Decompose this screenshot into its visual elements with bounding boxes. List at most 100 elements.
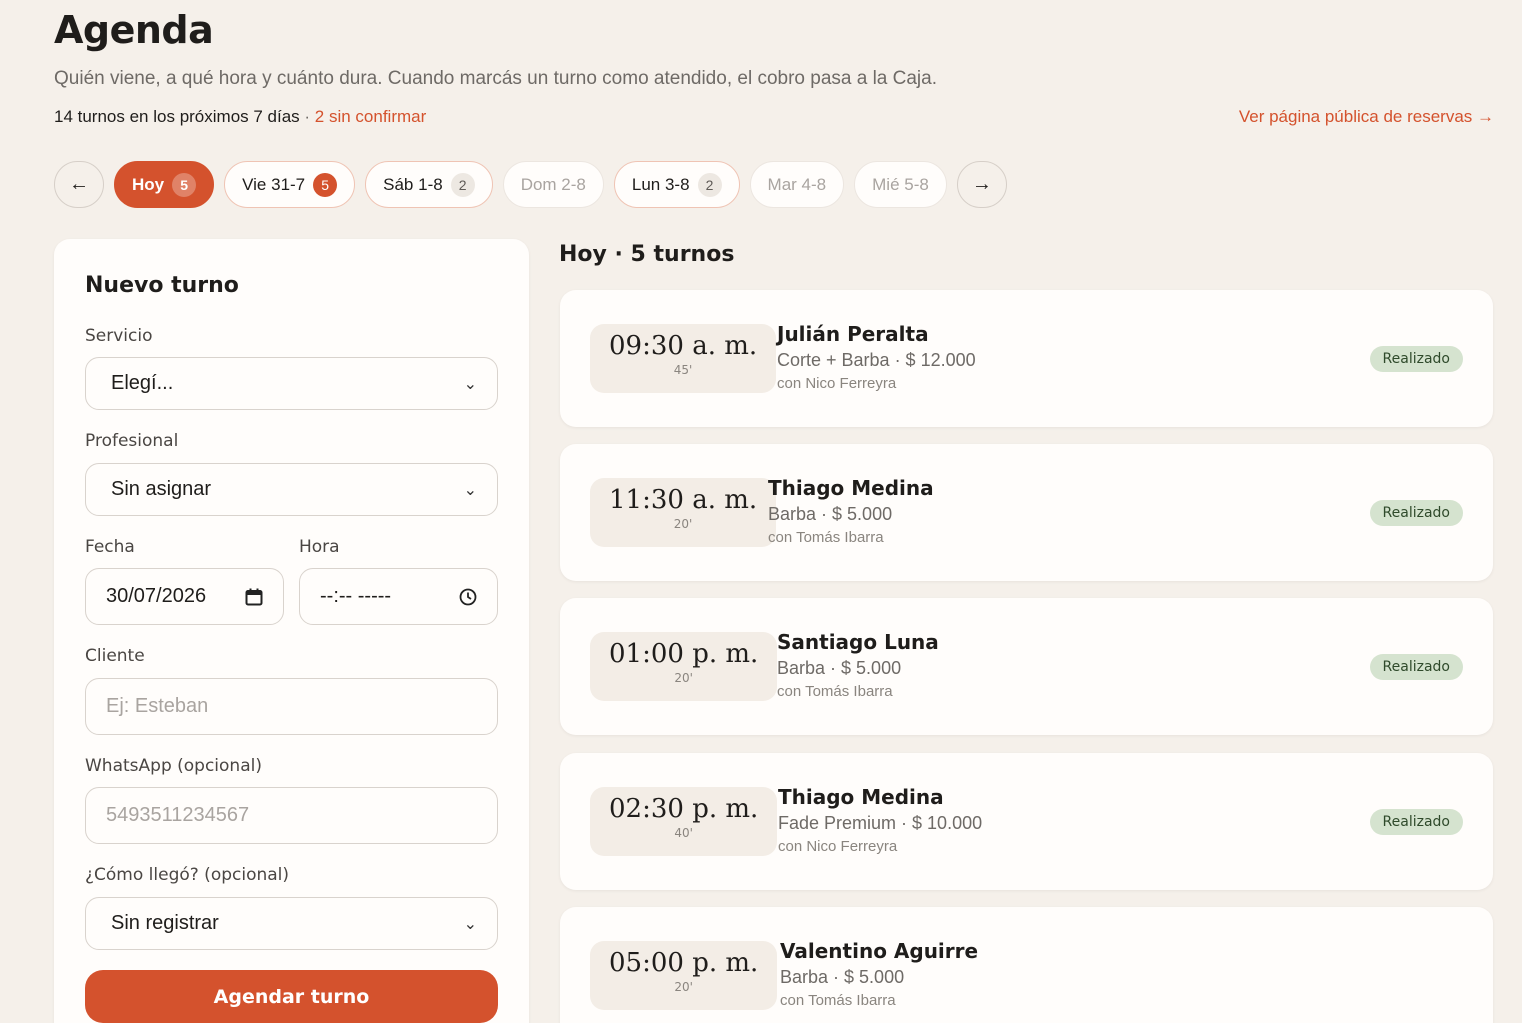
service-price: Barba · $ 5.000	[780, 967, 905, 987]
status-badge: Realizado	[1369, 809, 1463, 835]
next-days-button[interactable]: →	[956, 161, 1007, 208]
appointment-duration: 20'	[673, 517, 693, 531]
appointment-info: Santiago Luna Barba · $ 5.000 con Tomás …	[777, 630, 939, 700]
day-count-badge: 5	[172, 172, 197, 197]
day-count-badge: 2	[450, 172, 475, 197]
fecha-value: 30/07/2026	[106, 585, 207, 607]
whatsapp-label: WhatsApp (opcional)	[85, 756, 262, 776]
time-box: 11:30 a. m. 20'	[590, 478, 777, 547]
whatsapp-placeholder: 5493511234567	[106, 804, 250, 826]
origen-value: Sin registrar	[111, 912, 219, 934]
appointment-info: Valentino Aguirre Barba · $ 5.000 con To…	[780, 939, 978, 1009]
appointment-card[interactable]: 09:30 a. m. 45' Julián Peralta Corte + B…	[560, 290, 1493, 427]
staff-name: con Nico Ferreyra	[777, 375, 897, 392]
servicio-label: Servicio	[85, 326, 153, 346]
appointment-duration: 20'	[674, 671, 693, 685]
service-price: Corte + Barba · $ 12.000	[777, 350, 976, 370]
fecha-label: Fecha	[85, 537, 135, 557]
hora-value: --:-- -----	[320, 585, 392, 607]
time-box: 05:00 p. m. 20'	[590, 941, 778, 1010]
appointment-time: 05:00 p. m.	[609, 948, 759, 978]
profesional-label: Profesional	[85, 431, 179, 451]
time-box: 09:30 a. m. 45'	[590, 324, 777, 393]
day-tab-sab-1-8[interactable]: Sáb 1-8 2	[365, 161, 493, 208]
origen-label: ¿Cómo llegó? (opcional)	[85, 865, 290, 885]
appointment-card[interactable]: 11:30 a. m. 20' Thiago Medina Barba · $ …	[560, 444, 1493, 581]
page-subtitle: Quién viene, a qué hora y cuánto dura. C…	[54, 68, 937, 89]
time-box: 01:00 p. m. 20'	[590, 632, 778, 701]
chevron-down-icon: ⌄	[463, 481, 477, 499]
appointment-duration: 40'	[674, 826, 693, 840]
service-price: Barba · $ 5.000	[777, 658, 902, 678]
fecha-input[interactable]: 30/07/2026	[85, 568, 284, 625]
appointment-card[interactable]: 05:00 p. m. 20' Valentino Aguirre Barba …	[560, 907, 1493, 1023]
day-tab-label: Mar 4-8	[767, 174, 827, 194]
servicio-select[interactable]: Elegí... ⌄	[85, 357, 498, 410]
day-tab-mie-5-8[interactable]: Mié 5-8	[854, 161, 947, 208]
day-tab-label: Dom 2-8	[520, 174, 586, 194]
status-badge: Realizado	[1369, 654, 1463, 680]
staff-name: con Tomás Ibarra	[777, 683, 893, 700]
appointment-time: 11:30 a. m.	[609, 485, 758, 515]
summary-separator: ·	[299, 107, 315, 126]
day-tab-mar-4-8[interactable]: Mar 4-8	[749, 161, 845, 208]
appointment-time: 02:30 p. m.	[609, 794, 759, 824]
chevron-down-icon: ⌄	[463, 915, 477, 933]
appointment-info: Thiago Medina Fade Premium · $ 10.000 co…	[778, 785, 982, 855]
hora-input[interactable]: --:-- -----	[299, 568, 498, 625]
service-price: Barba · $ 5.000	[768, 504, 893, 524]
day-tab-vie-31-7[interactable]: Vie 31-7 5	[224, 161, 356, 208]
origen-select[interactable]: Sin registrar ⌄	[85, 897, 498, 950]
cliente-input[interactable]: Ej: Esteban	[85, 678, 498, 735]
client-name: Thiago Medina	[768, 476, 934, 500]
client-name: Santiago Luna	[777, 630, 939, 654]
appointment-duration: 45'	[673, 363, 693, 377]
chevron-down-icon: ⌄	[463, 375, 477, 393]
turnos-count: 14 turnos en los próximos 7 días	[54, 107, 300, 126]
public-booking-link[interactable]: Ver página pública de reservas →	[1239, 107, 1494, 127]
whatsapp-input[interactable]: 5493511234567	[85, 787, 498, 844]
day-tab-label: Hoy	[132, 174, 165, 194]
page-title: Agenda	[54, 8, 214, 52]
appointment-card[interactable]: 02:30 p. m. 40' Thiago Medina Fade Premi…	[560, 753, 1493, 890]
day-tab-label: Vie 31-7	[242, 174, 306, 194]
day-tab-label: Sáb 1-8	[383, 174, 443, 194]
day-count-badge: 5	[313, 172, 338, 197]
clock-icon[interactable]	[459, 588, 477, 606]
cliente-label: Cliente	[85, 646, 145, 666]
profesional-value: Sin asignar	[111, 478, 212, 500]
appointment-info: Thiago Medina Barba · $ 5.000 con Tomás …	[768, 476, 934, 546]
appointment-info: Julián Peralta Corte + Barba · $ 12.000 …	[777, 322, 976, 392]
hora-label: Hora	[299, 537, 340, 557]
client-name: Valentino Aguirre	[780, 939, 979, 963]
day-tab-lun-3-8[interactable]: Lun 3-8 2	[613, 161, 740, 208]
prev-days-button[interactable]: ←	[54, 161, 104, 208]
appointment-card[interactable]: 01:00 p. m. 20' Santiago Luna Barba · $ …	[560, 598, 1493, 735]
staff-name: con Tomás Ibarra	[768, 529, 884, 546]
profesional-select[interactable]: Sin asignar ⌄	[85, 463, 498, 516]
staff-name: con Tomás Ibarra	[780, 992, 896, 1009]
staff-name: con Nico Ferreyra	[778, 838, 898, 855]
list-title: Hoy · 5 turnos	[559, 242, 735, 267]
status-badge: Realizado	[1369, 500, 1463, 526]
appointment-time: 09:30 a. m.	[609, 331, 758, 361]
agendar-turno-button[interactable]: Agendar turno	[85, 970, 498, 1023]
new-turno-form: Nuevo turno Servicio Elegí... ⌄ Profesio…	[54, 239, 529, 1023]
service-price: Fade Premium · $ 10.000	[778, 813, 983, 833]
day-count-badge: 2	[697, 172, 722, 197]
status-badge: Realizado	[1369, 346, 1463, 372]
day-tab-dom-2-8[interactable]: Dom 2-8	[502, 161, 604, 208]
appointment-time: 01:00 p. m.	[609, 639, 759, 669]
servicio-value: Elegí...	[111, 372, 174, 394]
time-box: 02:30 p. m. 40'	[590, 787, 778, 856]
client-name: Thiago Medina	[778, 785, 944, 809]
day-tab-today[interactable]: Hoy 5	[114, 161, 215, 208]
form-title: Nuevo turno	[85, 273, 239, 298]
client-name: Julián Peralta	[777, 322, 929, 346]
day-navigation: ← Hoy 5 Vie 31-7 5 Sáb 1-8 2 Dom 2-8 Lun…	[54, 161, 1007, 208]
unconfirmed-link[interactable]: 2 sin confirmar	[315, 107, 426, 126]
calendar-icon[interactable]	[245, 588, 263, 606]
day-tab-label: Lun 3-8	[631, 174, 690, 194]
cliente-placeholder: Ej: Esteban	[106, 695, 209, 717]
appointment-duration: 20'	[674, 980, 693, 994]
